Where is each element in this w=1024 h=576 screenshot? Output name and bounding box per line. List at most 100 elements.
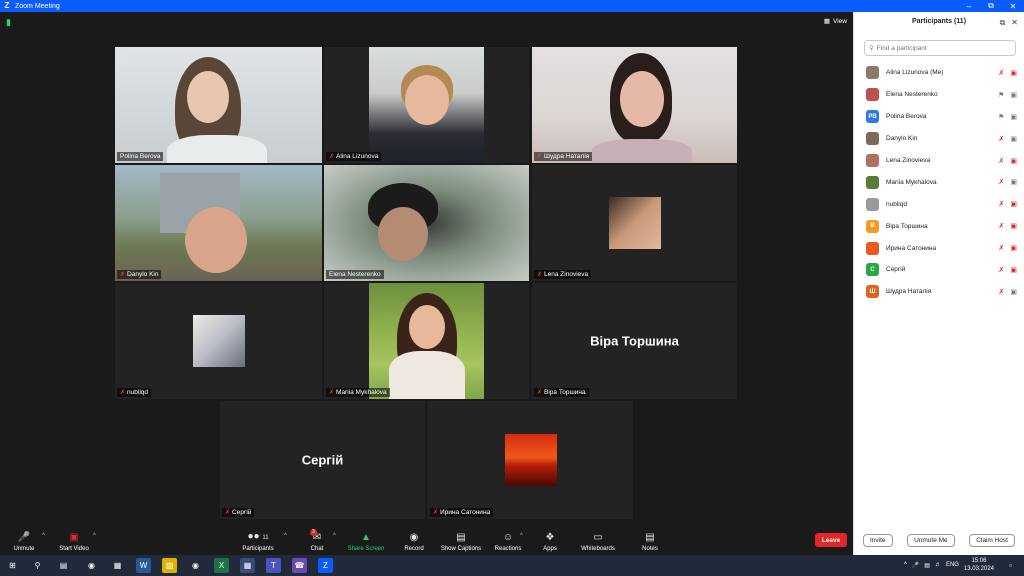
audio-options-caret[interactable]: ^ — [42, 533, 45, 539]
notes-button[interactable]: ▤ Notes — [638, 529, 662, 555]
calculator-icon[interactable]: ▦ — [110, 558, 125, 573]
tile-name-label: ✗ Ирина Сатонина — [430, 508, 494, 517]
task-view-icon[interactable]: ▤ — [56, 558, 71, 573]
apps-button[interactable]: ❖ Apps — [538, 529, 562, 555]
claim-host-button[interactable]: Claim Host — [969, 534, 1015, 547]
chrome-icon[interactable]: ◉ — [188, 558, 203, 573]
video-tile-iryna[interactable]: ✗ Ирина Сатонина — [428, 401, 633, 519]
word-icon[interactable]: W — [136, 558, 151, 573]
participant-name: Ирина Сатонина — [886, 244, 937, 252]
video-tile-serhii[interactable]: Сергій ✗ Сергій — [220, 401, 425, 519]
chevron-up-icon[interactable]: ^ — [904, 562, 907, 568]
video-tile-danylo[interactable]: ✗ Danylo Kin — [115, 165, 322, 281]
restore-icon[interactable]: ⧉ — [980, 0, 1002, 12]
clock[interactable]: 15:06 13.03.2024 — [964, 557, 994, 573]
video-tile-elena[interactable]: Elena Nesterenko — [324, 165, 529, 281]
apps-icon: ❖ — [545, 532, 555, 543]
video-tile-polina[interactable]: Polina Berova — [115, 47, 322, 163]
participant-display-name: Віра Торшина — [590, 333, 679, 349]
teams-icon[interactable]: T — [266, 558, 281, 573]
mic-icon: ⚑ — [998, 113, 1005, 121]
participant-name: Elena Nesterenko — [886, 91, 938, 99]
video-icon: ▣ — [1010, 288, 1017, 296]
window-titlebar: Z Zoom Meeting – ⧉ ✕ — [0, 0, 1024, 12]
volume-icon[interactable]: ♬ — [935, 562, 941, 568]
participant-row[interactable]: nubilqd ✗ ▣ — [854, 193, 1024, 215]
mic-muted-icon: ✗ — [998, 266, 1005, 274]
participant-status-icons: ✗ ▣ — [999, 135, 1018, 143]
tile-name-label: ✗ nubilqd — [117, 388, 151, 397]
chat-button[interactable]: 3 ✉ Chat — [302, 529, 332, 555]
minimize-icon[interactable]: – — [958, 0, 980, 12]
close-panel-icon[interactable]: ✕ — [1011, 18, 1018, 28]
invite-button[interactable]: Invite — [863, 534, 893, 547]
participant-row[interactable]: С Сергій ✗ ▣ — [854, 259, 1024, 281]
tile-name-label: ✗ Lena Zinovieva — [534, 270, 592, 279]
whiteboards-button[interactable]: ▭ Whiteboards — [577, 529, 619, 555]
participant-row[interactable]: Alina Lizunova (Me) ✗ ▣ — [854, 62, 1024, 84]
participant-row[interactable]: Mariia Mykhalova ✗ ▣ — [854, 171, 1024, 193]
video-off-icon: ▣ — [1010, 245, 1017, 253]
mic-tray-icon[interactable]: 🎤 — [912, 562, 919, 569]
mic-muted-icon: ✗ — [329, 154, 335, 160]
start-video-button[interactable]: ▣ Start Video — [56, 529, 92, 555]
participant-row[interactable]: PB Polina Berova ⚑ ▣ — [854, 106, 1024, 128]
participant-row[interactable]: Ирина Сатонина ✗ ▣ — [854, 237, 1024, 259]
video-tile-mariia[interactable]: ✗ Mariia Mykhalova — [324, 283, 529, 399]
participant-row[interactable]: Ш Шудра Наталія ✗ ▣ — [854, 281, 1024, 303]
file-explorer-icon[interactable]: ▧ — [162, 558, 177, 573]
window-title: Zoom Meeting — [15, 2, 60, 10]
pop-out-icon[interactable]: ⧉ — [1000, 18, 1006, 28]
unmute-button[interactable]: 🎤 Unmute — [8, 529, 40, 555]
chat-unread-badge: 3 — [310, 529, 317, 536]
unmute-me-button[interactable]: Unmute Me — [907, 534, 955, 547]
security-shield-icon[interactable]: ▮ — [6, 17, 15, 27]
participants-button[interactable]: ●● 11 Participants — [238, 529, 278, 555]
start-menu-icon[interactable]: ⊞ — [5, 558, 20, 573]
excel-icon[interactable]: X — [214, 558, 229, 573]
video-tile-lena[interactable]: ✗ Lena Zinovieva — [532, 165, 737, 281]
participants-options-caret[interactable]: ^ — [284, 533, 287, 539]
search-icon: ⚲ — [869, 45, 874, 52]
reactions-options-caret[interactable]: ^ — [520, 533, 523, 539]
viber-icon[interactable]: ☎ — [292, 558, 307, 573]
tile-name-label: Elena Nesterenko — [326, 270, 384, 279]
video-tile-vira[interactable]: Віра Торшина ✗ Віра Торшина — [532, 283, 737, 399]
video-icon: ▣ — [1010, 135, 1017, 143]
avatar: Ш — [866, 285, 879, 299]
video-tile-alina[interactable]: ✗ Alina Lizunova — [324, 47, 529, 163]
captions-icon: ▤ — [456, 532, 466, 543]
participant-row[interactable]: В Віра Торшина ✗ ▣ — [854, 215, 1024, 237]
participant-row[interactable]: Elena Nesterenko ⚑ ▣ — [854, 84, 1024, 106]
share-screen-button[interactable]: ▲ Share Screen — [344, 529, 388, 555]
participant-name: Шудра Наталія — [886, 288, 932, 296]
app-icon[interactable]: ◉ — [84, 558, 99, 573]
close-window-icon[interactable]: ✕ — [1002, 0, 1024, 12]
zoom-taskbar-icon[interactable]: Z — [318, 558, 333, 573]
language-indicator[interactable]: ENG — [946, 562, 959, 568]
video-off-icon: ▣ — [1010, 201, 1017, 209]
search-input[interactable] — [876, 44, 1007, 52]
participant-name: Віра Торшина — [886, 222, 928, 230]
search-icon[interactable]: ⚲ — [30, 558, 45, 573]
participant-search[interactable]: ⚲ — [864, 40, 1016, 56]
record-icon: ◉ — [409, 532, 419, 543]
view-button[interactable]: ▦ View — [824, 17, 847, 26]
tile-name-label: ✗ Сергій — [222, 508, 255, 517]
record-button[interactable]: ◉ Record — [398, 529, 430, 555]
mic-muted-icon: ✗ — [998, 201, 1005, 209]
network-icon[interactable]: ▤ — [924, 562, 930, 569]
video-options-caret[interactable]: ^ — [93, 533, 96, 539]
chat-options-caret[interactable]: ^ — [333, 533, 336, 539]
participant-name: Polina Berova — [886, 113, 927, 121]
participant-video — [115, 165, 322, 281]
video-off-icon: ▣ — [1010, 157, 1017, 165]
video-tile-shudra[interactable]: ✗ Шудра Наталія — [532, 47, 737, 163]
notifications-icon[interactable]: ▫ — [1003, 558, 1018, 573]
participant-row[interactable]: Lena Zinovieva ✗ ▣ — [854, 150, 1024, 172]
app-icon[interactable]: ▦ — [240, 558, 255, 573]
participant-row[interactable]: Danylo Kin ✗ ▣ — [854, 128, 1024, 150]
video-tile-nubilqd[interactable]: ✗ nubilqd — [115, 283, 322, 399]
captions-button[interactable]: ▤ Show Captions — [438, 529, 484, 555]
leave-button[interactable]: Leave — [815, 533, 847, 547]
